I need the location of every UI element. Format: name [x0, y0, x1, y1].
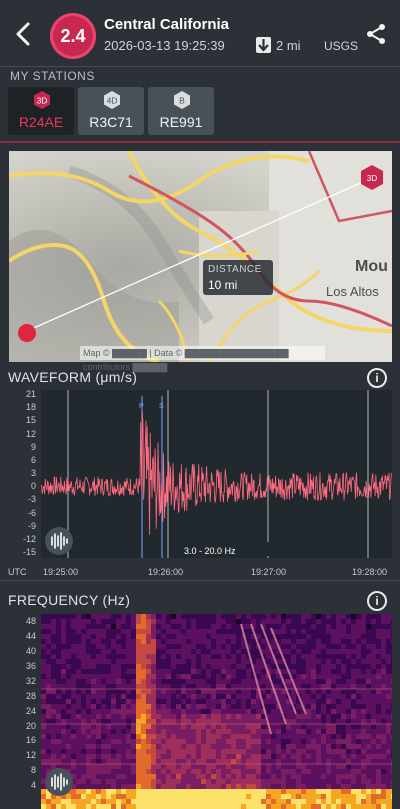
frequency-title: FREQUENCY (Hz) — [8, 592, 131, 608]
station-badge-text: B — [179, 96, 185, 106]
y-tick-label: 48 — [25, 616, 36, 627]
y-tick-label: 9 — [30, 441, 36, 452]
station-code: R3C71 — [89, 114, 133, 130]
y-tick-label: -6 — [27, 507, 36, 518]
stations-label: MY STATIONS — [10, 69, 95, 83]
chevron-left-icon[interactable] — [10, 20, 38, 48]
utc-label: UTC — [8, 567, 27, 577]
station-b-icon: B — [174, 91, 190, 109]
x-tick-label: 19:26:00 — [148, 567, 184, 577]
frequency-info-icon[interactable]: i — [367, 591, 387, 611]
y-tick-label: 12 — [25, 428, 36, 439]
y-tick-label: 40 — [25, 646, 36, 657]
waveform-plot[interactable]: PS — [40, 390, 392, 558]
y-tick-label: 16 — [25, 735, 36, 746]
spectrogram-mode-icon[interactable] — [45, 768, 73, 796]
y-tick-label: 8 — [30, 765, 36, 776]
x-tick-label: 19:28:00 — [352, 567, 388, 577]
station-code: R24AE — [18, 114, 64, 130]
svg-text:3D: 3D — [367, 174, 377, 183]
distance-label: DISTANCE — [208, 264, 262, 275]
waveform-mode-icon[interactable] — [45, 527, 73, 555]
map-place-label: Mou — [355, 258, 388, 275]
event-source: USGS — [324, 39, 359, 53]
station-tab-re991[interactable]: B RE991 — [148, 87, 214, 135]
station-badge-text: 3D — [37, 96, 48, 106]
event-depth: 2 mi — [276, 38, 301, 53]
map-attribution[interactable]: Map © ▇▇▇▇▇ | Data © ▇▇▇▇▇▇▇▇▇▇▇▇▇▇▇ con… — [80, 346, 325, 372]
p-phase-label: P — [139, 403, 144, 410]
spectrogram-svg — [41, 614, 392, 809]
section-divider — [0, 580, 400, 581]
header: 2.4 Central California 2026-03-13 19:25:… — [0, 0, 400, 66]
y-tick-label: 24 — [25, 705, 36, 716]
waveform-trace — [40, 412, 392, 535]
map-view[interactable]: 3D Mou Los Altos — [9, 151, 392, 362]
y-tick-label: -9 — [27, 520, 36, 531]
share-icon[interactable] — [364, 22, 388, 46]
arrow-down-icon — [256, 37, 271, 53]
map-canvas[interactable]: 3D Mou Los Altos — [9, 151, 392, 362]
y-tick-label: -3 — [27, 494, 36, 505]
waveform-title: WAVEFORM (μm/s) — [8, 369, 138, 385]
y-tick-label: 18 — [25, 402, 36, 413]
y-tick-label: -15 — [22, 547, 36, 557]
station-tab-r24ae[interactable]: 3D R24AE — [8, 87, 74, 135]
y-tick-label: 21 — [25, 389, 36, 399]
stations-underline — [0, 141, 400, 143]
waveform-svg: PS — [40, 390, 392, 558]
y-tick-label: 15 — [25, 415, 36, 426]
filter-label: 3.0 - 20.0 Hz — [184, 546, 236, 556]
waveform-info-icon[interactable]: i — [367, 368, 387, 388]
y-tick-label: 3 — [30, 468, 36, 478]
y-tick-label: 4 — [30, 780, 36, 791]
y-tick-label: 0 — [30, 481, 36, 492]
map-place-label: Los Altos — [326, 284, 379, 299]
station-badge-text: 4D — [107, 96, 118, 106]
x-tick-label: 19:25:00 — [43, 567, 79, 577]
event-title: Central California — [104, 16, 230, 33]
y-tick-label: 44 — [25, 631, 36, 642]
spectrogram-plot[interactable] — [41, 614, 392, 809]
magnitude-badge: 2.4 — [50, 13, 96, 59]
epicenter-marker[interactable] — [18, 324, 36, 342]
distance-value: 10 mi — [208, 278, 238, 292]
station-code: RE991 — [159, 114, 203, 130]
y-tick-label: 6 — [30, 454, 36, 465]
y-tick-label: 20 — [25, 720, 36, 731]
y-tick-label: -12 — [22, 533, 36, 544]
s-phase-label: S — [159, 403, 164, 410]
y-tick-label: 28 — [25, 690, 36, 701]
y-tick-label: 32 — [25, 675, 36, 686]
event-datetime: 2026-03-13 19:25:39 — [104, 38, 225, 53]
y-tick-label: 12 — [25, 750, 36, 761]
station-3d-icon: 3D — [34, 91, 50, 109]
station-4d-icon: 4D — [104, 91, 120, 109]
header-divider — [0, 66, 400, 67]
y-tick-label: 36 — [25, 661, 36, 672]
station-tab-r3c71[interactable]: 4D R3C71 — [78, 87, 144, 135]
x-tick-label: 19:27:00 — [251, 567, 287, 577]
